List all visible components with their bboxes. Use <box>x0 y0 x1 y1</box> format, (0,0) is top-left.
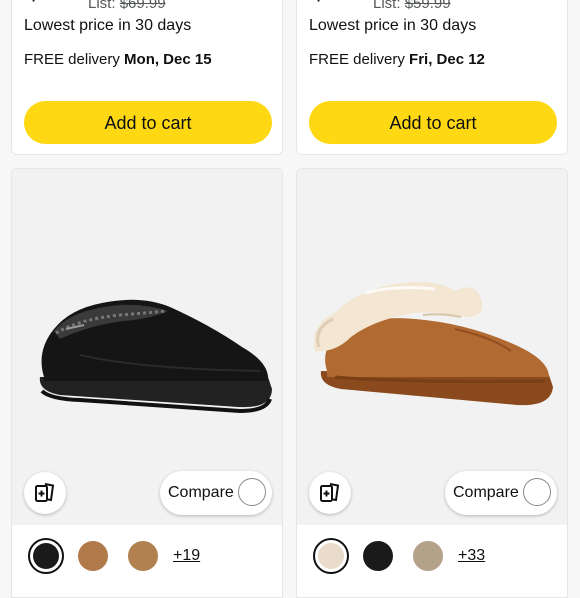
compare-label: Compare <box>453 484 519 501</box>
delivery-prefix: FREE delivery <box>309 51 405 68</box>
more-options-button[interactable] <box>24 472 66 514</box>
add-to-cart-button[interactable]: Add to cart <box>24 101 272 144</box>
list-price-value: $69.99 <box>119 0 166 12</box>
color-swatch-chestnut[interactable] <box>78 541 108 571</box>
card-stack-plus-icon <box>320 483 340 502</box>
lowest-price-note: Lowest price in 30 days <box>24 17 192 34</box>
delivery-prefix: FREE delivery <box>24 51 120 68</box>
compare-checkbox[interactable] <box>523 478 551 506</box>
color-swatch-cream[interactable] <box>313 538 349 574</box>
add-to-cart-button[interactable]: Add to cart <box>309 101 557 144</box>
price: $41 <box>24 0 82 8</box>
more-colors-link[interactable]: +19 <box>173 547 200 565</box>
product-offer-card: $41 List: $69.99 Lowest price in 30 days… <box>11 0 283 155</box>
color-swatches: +19 <box>28 538 278 577</box>
product-offer-card: $35 List: $59.99 Lowest price in 30 days… <box>296 0 568 155</box>
delivery-date: Fri, Dec 12 <box>409 51 485 68</box>
color-swatches: +33 <box>313 538 563 577</box>
card-stack-plus-icon <box>35 483 55 502</box>
list-price: List: $59.99 <box>373 0 451 12</box>
compare-label: Compare <box>168 484 234 501</box>
color-swatch-black[interactable] <box>363 541 393 571</box>
delivery-info: FREE delivery Mon, Dec 15 <box>24 51 212 68</box>
lowest-price-note: Lowest price in 30 days <box>309 17 477 34</box>
delivery-info: FREE delivery Fri, Dec 12 <box>309 51 485 68</box>
delivery-date: Mon, Dec 15 <box>124 51 212 68</box>
product-card[interactable]: Compare +19 <box>11 168 283 598</box>
color-swatch-black[interactable] <box>28 538 64 574</box>
price: $35 <box>309 0 367 8</box>
list-label: List: <box>88 0 116 12</box>
compare-toggle[interactable]: Compare <box>160 471 272 515</box>
more-colors-link[interactable]: +33 <box>458 547 485 565</box>
compare-toggle[interactable]: Compare <box>445 471 557 515</box>
color-swatch-sand[interactable] <box>413 541 443 571</box>
black-slipper-image <box>39 299 272 414</box>
product-card[interactable]: Compare +33 <box>296 168 568 598</box>
color-swatch-tan[interactable] <box>128 541 158 571</box>
list-price: List: $69.99 <box>88 0 166 12</box>
list-price-value: $59.99 <box>404 0 451 12</box>
chestnut-scuff-slipper-image <box>313 282 553 406</box>
compare-checkbox[interactable] <box>238 478 266 506</box>
more-options-button[interactable] <box>309 472 351 514</box>
list-label: List: <box>373 0 401 12</box>
